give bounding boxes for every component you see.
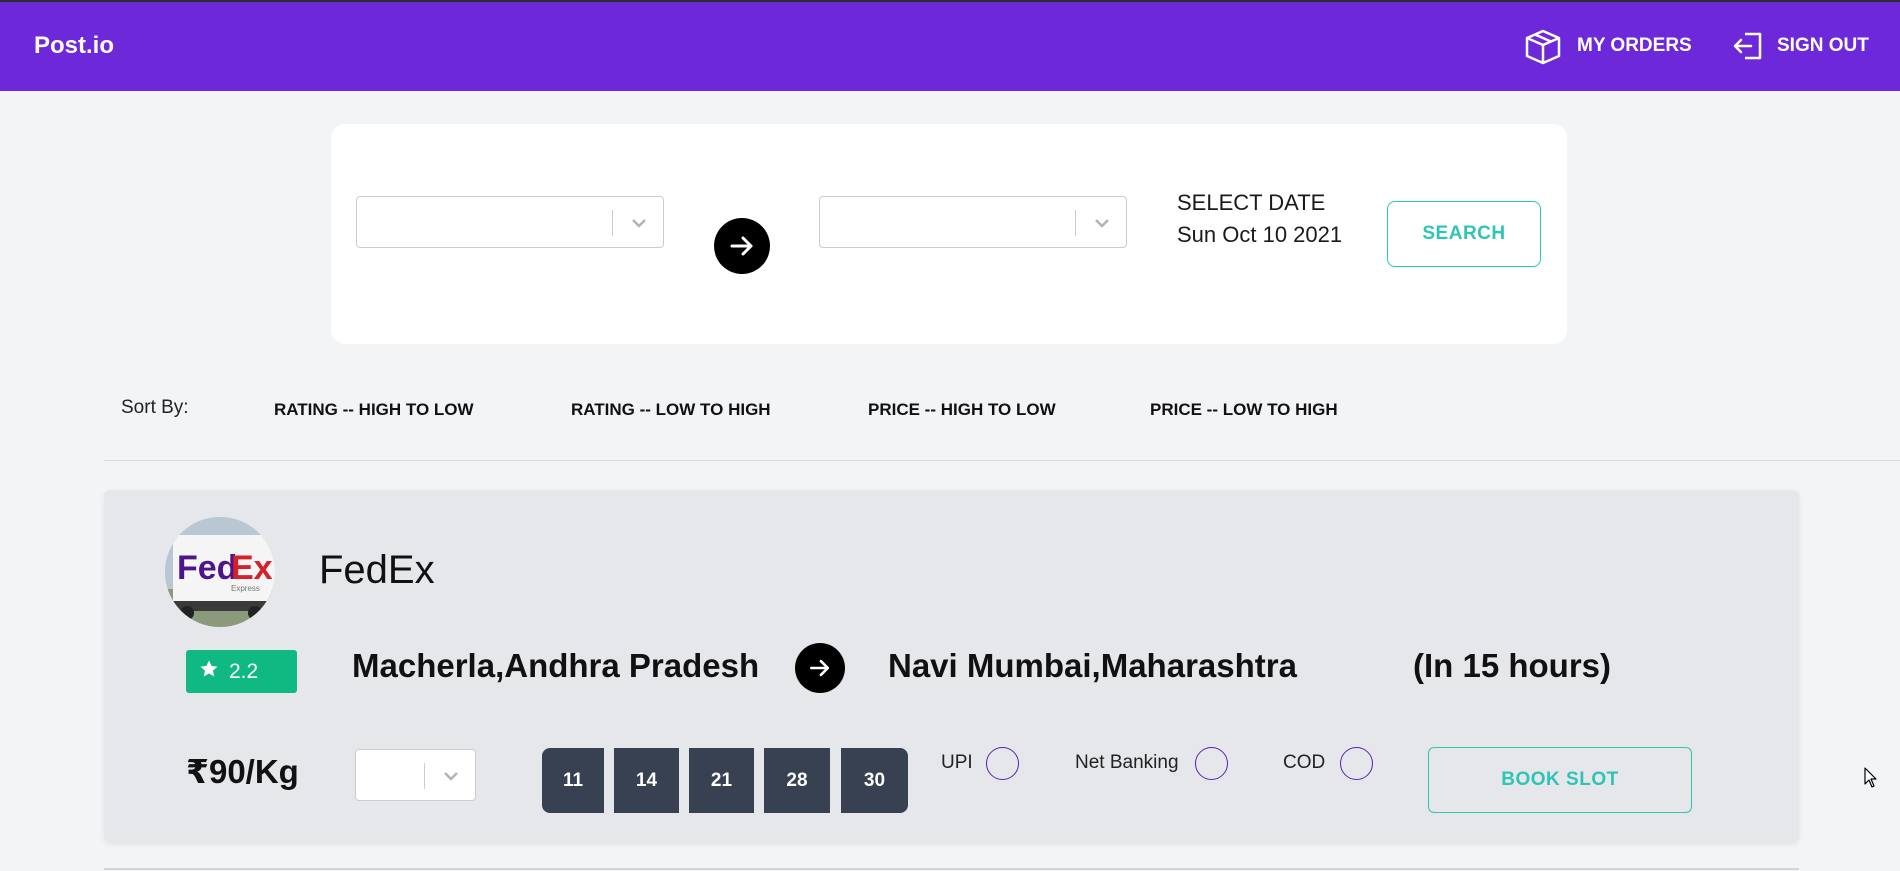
to-location-select[interactable]	[819, 196, 1127, 248]
logo-text-express: Express	[231, 584, 260, 593]
payment-upi-label: UPI	[941, 752, 973, 773]
delivery-eta: (In 15 hours)	[1413, 647, 1612, 684]
star-icon	[199, 659, 219, 685]
weight-select[interactable]	[355, 749, 476, 801]
my-orders-link[interactable]: MY ORDERS	[1521, 26, 1692, 66]
payment-upi-radio[interactable]	[986, 747, 1019, 780]
selected-date-value[interactable]: Sun Oct 10 2021	[1177, 222, 1342, 248]
sign-out-link[interactable]: SIGN OUT	[1731, 26, 1869, 66]
chevron-down-icon[interactable]	[441, 766, 461, 791]
select-date-label[interactable]: SELECT DATE	[1177, 190, 1325, 216]
payment-netbanking-label: Net Banking	[1075, 752, 1179, 773]
destination-city: Navi Mumbai,Maharashtra	[888, 647, 1297, 684]
date-slot-chip[interactable]: 30	[841, 748, 908, 813]
sort-price-low-to-high[interactable]: PRICE -- LOW TO HIGH	[1150, 400, 1338, 420]
sign-out-label: SIGN OUT	[1777, 35, 1869, 56]
select-separator	[424, 763, 425, 789]
brand-logo[interactable]: Post.io	[34, 32, 114, 60]
sort-price-high-to-low[interactable]: PRICE -- HIGH TO LOW	[868, 400, 1056, 420]
book-slot-button[interactable]: BOOK SLOT	[1428, 747, 1692, 813]
mouse-cursor-icon	[1864, 767, 1878, 794]
package-icon	[1521, 26, 1565, 66]
sort-rating-low-to-high[interactable]: RATING -- LOW TO HIGH	[571, 400, 771, 420]
top-navbar: Post.io MY ORDERS SIGN OUT	[0, 2, 1900, 91]
company-logo: Fed Ex Express	[165, 517, 275, 627]
search-panel: SELECT DATE Sun Oct 10 2021 SEARCH	[331, 124, 1567, 344]
sort-by-label: Sort By:	[121, 397, 189, 418]
courier-result-card: Fed Ex Express FedEx 2.2 Macherla,Andhra…	[104, 490, 1799, 842]
search-button[interactable]: SEARCH	[1387, 201, 1541, 267]
chevron-down-icon[interactable]	[1092, 213, 1112, 238]
next-card-edge	[104, 868, 1799, 870]
sort-rating-high-to-low[interactable]: RATING -- HIGH TO LOW	[274, 400, 474, 420]
payment-cod-radio[interactable]	[1340, 747, 1373, 780]
payment-netbanking-radio[interactable]	[1195, 747, 1228, 780]
date-slot-chip[interactable]: 28	[764, 748, 830, 813]
date-slot-chip[interactable]: 11	[542, 748, 604, 813]
section-divider	[104, 460, 1900, 461]
route-arrow-icon	[795, 643, 845, 693]
payment-cod-label: COD	[1283, 752, 1326, 773]
my-orders-label: MY ORDERS	[1577, 35, 1692, 56]
select-separator	[612, 210, 613, 236]
logo-text-ex: Ex	[231, 549, 273, 587]
date-slot-chip[interactable]: 14	[614, 748, 679, 813]
chevron-down-icon[interactable]	[629, 213, 649, 238]
select-separator	[1075, 210, 1076, 236]
price-per-kg: ₹90/Kg	[186, 753, 299, 790]
logo-text-fed: Fed	[177, 549, 237, 587]
sign-out-icon	[1731, 29, 1765, 63]
date-slot-chip[interactable]: 21	[689, 748, 754, 813]
origin-city: Macherla,Andhra Pradesh	[352, 647, 760, 684]
from-location-select[interactable]	[356, 196, 664, 248]
rating-badge: 2.2	[186, 650, 297, 693]
company-name: FedEx	[319, 548, 435, 592]
rating-value: 2.2	[229, 659, 259, 683]
route-arrow-icon	[714, 218, 770, 274]
